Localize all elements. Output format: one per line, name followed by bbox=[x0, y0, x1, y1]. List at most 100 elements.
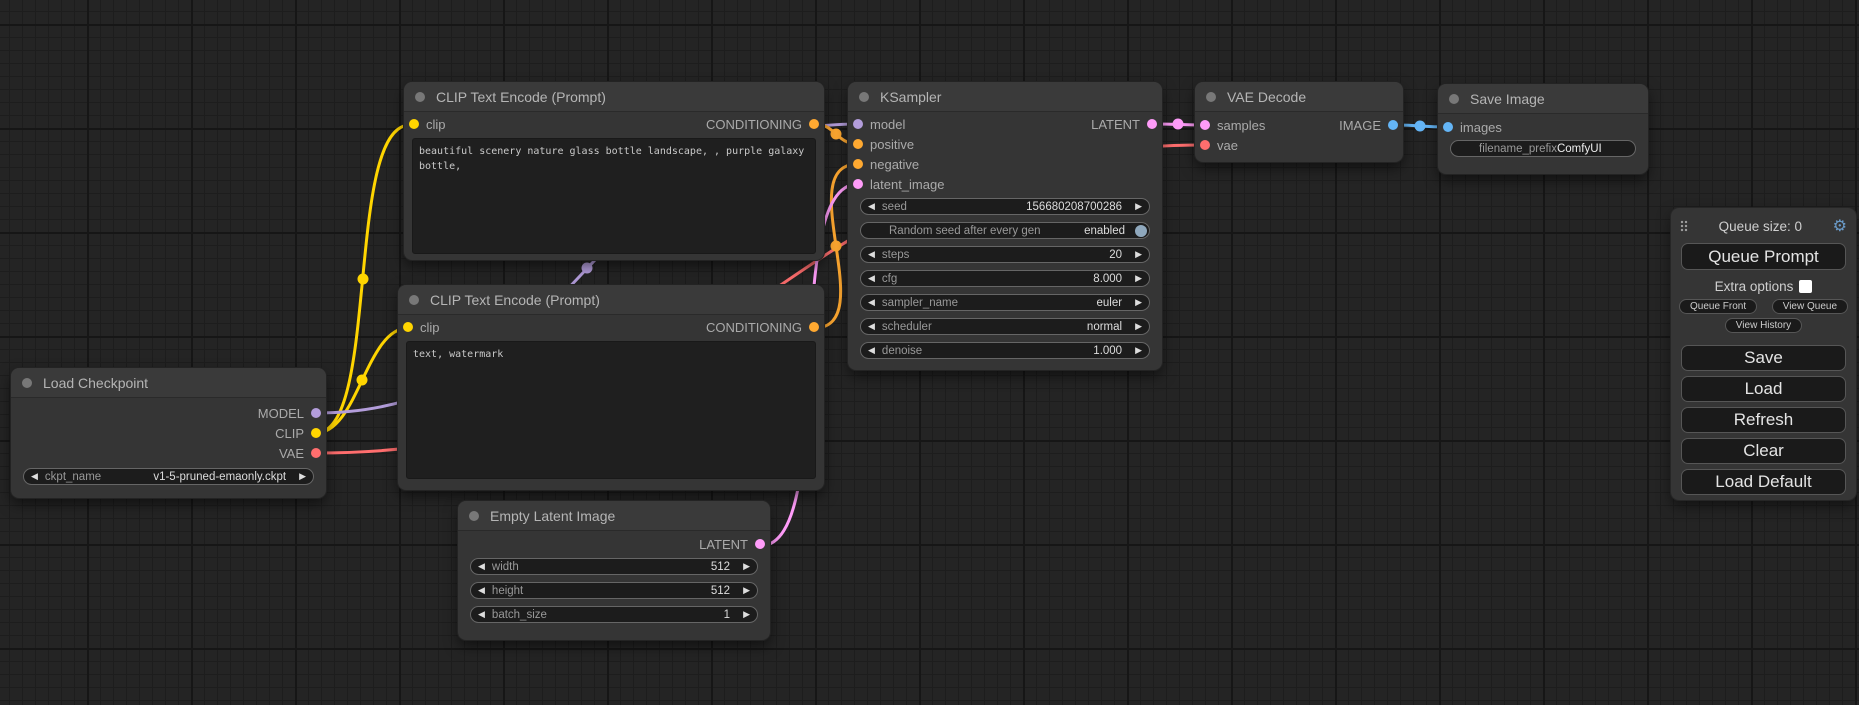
conditioning-port-icon[interactable] bbox=[853, 139, 863, 149]
clip-port-icon[interactable] bbox=[403, 322, 413, 332]
node-title-bar[interactable]: CLIP Text Encode (Prompt) bbox=[398, 285, 824, 315]
load-default-button[interactable]: Load Default bbox=[1681, 469, 1846, 495]
decrement-arrow-icon[interactable]: ◀ bbox=[24, 471, 45, 482]
decrement-arrow-icon[interactable]: ◀ bbox=[861, 249, 882, 260]
collapse-dot-icon[interactable] bbox=[1206, 92, 1216, 102]
latent-port-icon[interactable] bbox=[1200, 120, 1210, 130]
output-latent[interactable]: LATENT bbox=[458, 534, 770, 554]
random-seed-toggle-widget[interactable]: Random seed after every gen enabled bbox=[860, 222, 1150, 239]
collapse-dot-icon[interactable] bbox=[1449, 94, 1459, 104]
increment-arrow-icon[interactable]: ▶ bbox=[292, 471, 313, 482]
negative-prompt-textarea[interactable]: text, watermark bbox=[406, 341, 816, 479]
node-title-bar[interactable]: Empty Latent Image bbox=[458, 501, 770, 531]
io-row: clip CONDITIONING bbox=[404, 114, 824, 134]
node-ksampler[interactable]: KSampler model LATENT positive negative … bbox=[848, 82, 1162, 370]
latent-port-icon[interactable] bbox=[853, 179, 863, 189]
latent-port-icon[interactable] bbox=[755, 539, 765, 549]
positive-prompt-textarea[interactable]: beautiful scenery nature glass bottle la… bbox=[412, 138, 816, 254]
increment-arrow-icon[interactable]: ▶ bbox=[1128, 345, 1149, 356]
sampler-name-widget[interactable]: ◀ sampler_name euler ▶ bbox=[860, 294, 1150, 311]
decrement-arrow-icon[interactable]: ◀ bbox=[861, 297, 882, 308]
input-positive[interactable]: positive bbox=[848, 134, 1162, 154]
node-load-checkpoint[interactable]: Load Checkpoint MODEL CLIP VAE ◀ ckpt_na… bbox=[11, 368, 326, 498]
node-empty-latent-image[interactable]: Empty Latent Image LATENT ◀ width 512 ▶ … bbox=[458, 501, 770, 640]
node-vae-decode[interactable]: VAE Decode samples IMAGE vae bbox=[1195, 82, 1403, 162]
queue-panel-header: Queue size: 0 ⚙ bbox=[1671, 214, 1856, 238]
increment-arrow-icon[interactable]: ▶ bbox=[736, 585, 757, 596]
image-port-icon[interactable] bbox=[1388, 120, 1398, 130]
node-title: KSampler bbox=[880, 89, 941, 105]
conditioning-port-icon[interactable] bbox=[809, 119, 819, 129]
conditioning-port-icon[interactable] bbox=[853, 159, 863, 169]
view-queue-button[interactable]: View Queue bbox=[1772, 299, 1848, 314]
toggle-circle-icon[interactable] bbox=[1135, 225, 1147, 237]
node-title-bar[interactable]: Load Checkpoint bbox=[11, 368, 326, 398]
decrement-arrow-icon[interactable]: ◀ bbox=[861, 201, 882, 212]
queue-front-button[interactable]: Queue Front bbox=[1679, 299, 1757, 314]
image-port-icon[interactable] bbox=[1443, 122, 1453, 132]
increment-arrow-icon[interactable]: ▶ bbox=[1128, 273, 1149, 284]
input-negative[interactable]: negative bbox=[848, 154, 1162, 174]
refresh-button[interactable]: Refresh bbox=[1681, 407, 1846, 433]
decrement-arrow-icon[interactable]: ◀ bbox=[861, 345, 882, 356]
collapse-dot-icon[interactable] bbox=[415, 92, 425, 102]
node-title-bar[interactable]: VAE Decode bbox=[1195, 82, 1403, 112]
collapse-dot-icon[interactable] bbox=[409, 295, 419, 305]
node-title-bar[interactable]: CLIP Text Encode (Prompt) bbox=[404, 82, 824, 112]
vae-port-icon[interactable] bbox=[1200, 140, 1210, 150]
increment-arrow-icon[interactable]: ▶ bbox=[1128, 297, 1149, 308]
height-widget[interactable]: ◀ height 512 ▶ bbox=[470, 582, 758, 599]
collapse-dot-icon[interactable] bbox=[22, 378, 32, 388]
seed-widget[interactable]: ◀ seed 156680208700286 ▶ bbox=[860, 198, 1150, 215]
increment-arrow-icon[interactable]: ▶ bbox=[1128, 249, 1149, 260]
queue-prompt-button[interactable]: Queue Prompt bbox=[1681, 243, 1846, 270]
decrement-arrow-icon[interactable]: ◀ bbox=[861, 321, 882, 332]
node-clip-text-encode-positive[interactable]: CLIP Text Encode (Prompt) clip CONDITION… bbox=[404, 82, 824, 260]
input-latent-image[interactable]: latent_image bbox=[848, 174, 1162, 194]
node-title-bar[interactable]: Save Image bbox=[1438, 84, 1648, 114]
node-title: CLIP Text Encode (Prompt) bbox=[430, 292, 600, 308]
decrement-arrow-icon[interactable]: ◀ bbox=[861, 273, 882, 284]
clip-port-icon[interactable] bbox=[409, 119, 419, 129]
decrement-arrow-icon[interactable]: ◀ bbox=[471, 561, 492, 572]
model-port-icon[interactable] bbox=[853, 119, 863, 129]
save-button[interactable]: Save bbox=[1681, 345, 1846, 371]
steps-widget[interactable]: ◀ steps 20 ▶ bbox=[860, 246, 1150, 263]
input-vae[interactable]: vae bbox=[1195, 135, 1403, 155]
view-history-button[interactable]: View History bbox=[1725, 318, 1802, 333]
increment-arrow-icon[interactable]: ▶ bbox=[736, 609, 757, 620]
increment-arrow-icon[interactable]: ▶ bbox=[1128, 201, 1149, 212]
batch-size-widget[interactable]: ◀ batch_size 1 ▶ bbox=[470, 606, 758, 623]
collapse-dot-icon[interactable] bbox=[859, 92, 869, 102]
extra-options-checkbox[interactable] bbox=[1799, 280, 1812, 293]
input-images[interactable]: images bbox=[1438, 117, 1648, 137]
node-title: Load Checkpoint bbox=[43, 375, 148, 391]
output-clip[interactable]: CLIP bbox=[11, 423, 326, 443]
extra-options-row: Extra options bbox=[1671, 279, 1856, 294]
scheduler-widget[interactable]: ◀ scheduler normal ▶ bbox=[860, 318, 1150, 335]
gear-icon[interactable]: ⚙ bbox=[1833, 216, 1847, 236]
conditioning-port-icon[interactable] bbox=[809, 322, 819, 332]
increment-arrow-icon[interactable]: ▶ bbox=[1128, 321, 1149, 332]
model-port-icon[interactable] bbox=[311, 408, 321, 418]
output-model[interactable]: MODEL bbox=[11, 403, 326, 423]
collapse-dot-icon[interactable] bbox=[469, 511, 479, 521]
clear-button[interactable]: Clear bbox=[1681, 438, 1846, 464]
cfg-widget[interactable]: ◀ cfg 8.000 ▶ bbox=[860, 270, 1150, 287]
load-button[interactable]: Load bbox=[1681, 376, 1846, 402]
node-save-image[interactable]: Save Image images filename_prefix ComfyU… bbox=[1438, 84, 1648, 174]
increment-arrow-icon[interactable]: ▶ bbox=[736, 561, 757, 572]
output-vae[interactable]: VAE bbox=[11, 443, 326, 463]
ckpt-name-widget[interactable]: ◀ ckpt_name v1-5-pruned-emaonly.ckpt ▶ bbox=[23, 468, 314, 485]
width-widget[interactable]: ◀ width 512 ▶ bbox=[470, 558, 758, 575]
decrement-arrow-icon[interactable]: ◀ bbox=[471, 609, 492, 620]
drag-handle-icon[interactable] bbox=[1680, 220, 1688, 232]
node-title-bar[interactable]: KSampler bbox=[848, 82, 1162, 112]
latent-port-icon[interactable] bbox=[1147, 119, 1157, 129]
vae-port-icon[interactable] bbox=[311, 448, 321, 458]
decrement-arrow-icon[interactable]: ◀ bbox=[471, 585, 492, 596]
clip-port-icon[interactable] bbox=[311, 428, 321, 438]
node-clip-text-encode-negative[interactable]: CLIP Text Encode (Prompt) clip CONDITION… bbox=[398, 285, 824, 490]
filename-prefix-widget[interactable]: filename_prefix ComfyUI bbox=[1450, 140, 1636, 157]
denoise-widget[interactable]: ◀ denoise 1.000 ▶ bbox=[860, 342, 1150, 359]
